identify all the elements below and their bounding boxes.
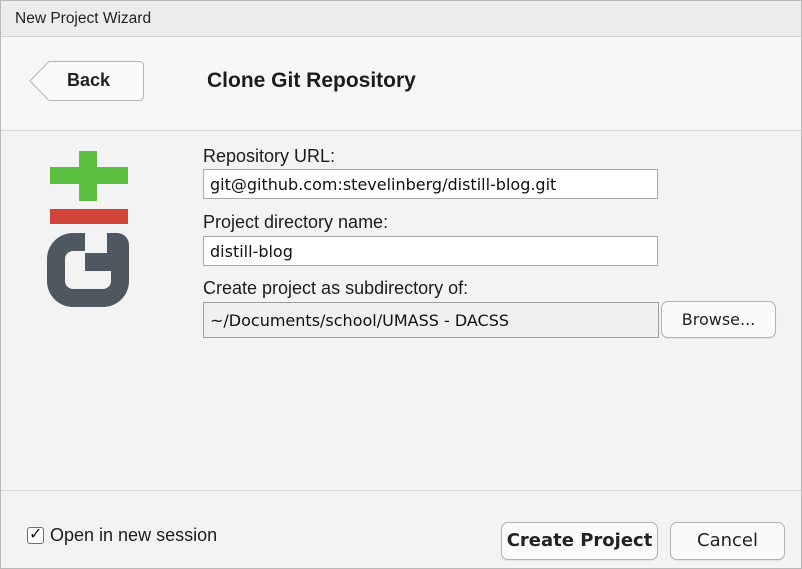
subdirectory-label: Create project as subdirectory of: [203,278,469,298]
project-directory-name-input[interactable] [203,236,658,266]
git-logo-icon [45,151,131,316]
checkmark-icon: ✓ [29,524,43,543]
wizard-header: Back Clone Git Repository [1,37,801,131]
repository-url-input[interactable] [203,169,658,199]
title-bar: New Project Wizard [1,1,801,37]
browse-button[interactable]: Browse... [661,301,776,338]
subdirectory-path-field [203,302,659,338]
open-in-new-session-checkbox[interactable]: ✓ [27,524,44,544]
window-title: New Project Wizard [15,10,152,27]
back-button-label: Back [67,70,111,90]
new-project-wizard-window: New Project Wizard Back Clone Git Reposi… [0,0,802,569]
project-directory-name-label: Project directory name: [203,212,389,232]
create-project-button[interactable]: Create Project [501,522,658,560]
back-button[interactable]: Back [29,61,144,101]
repository-url-label: Repository URL: [203,146,336,166]
open-in-new-session-label[interactable]: Open in new session [50,525,217,546]
cancel-button[interactable]: Cancel [670,522,785,560]
page-title: Clone Git Repository [207,69,416,92]
